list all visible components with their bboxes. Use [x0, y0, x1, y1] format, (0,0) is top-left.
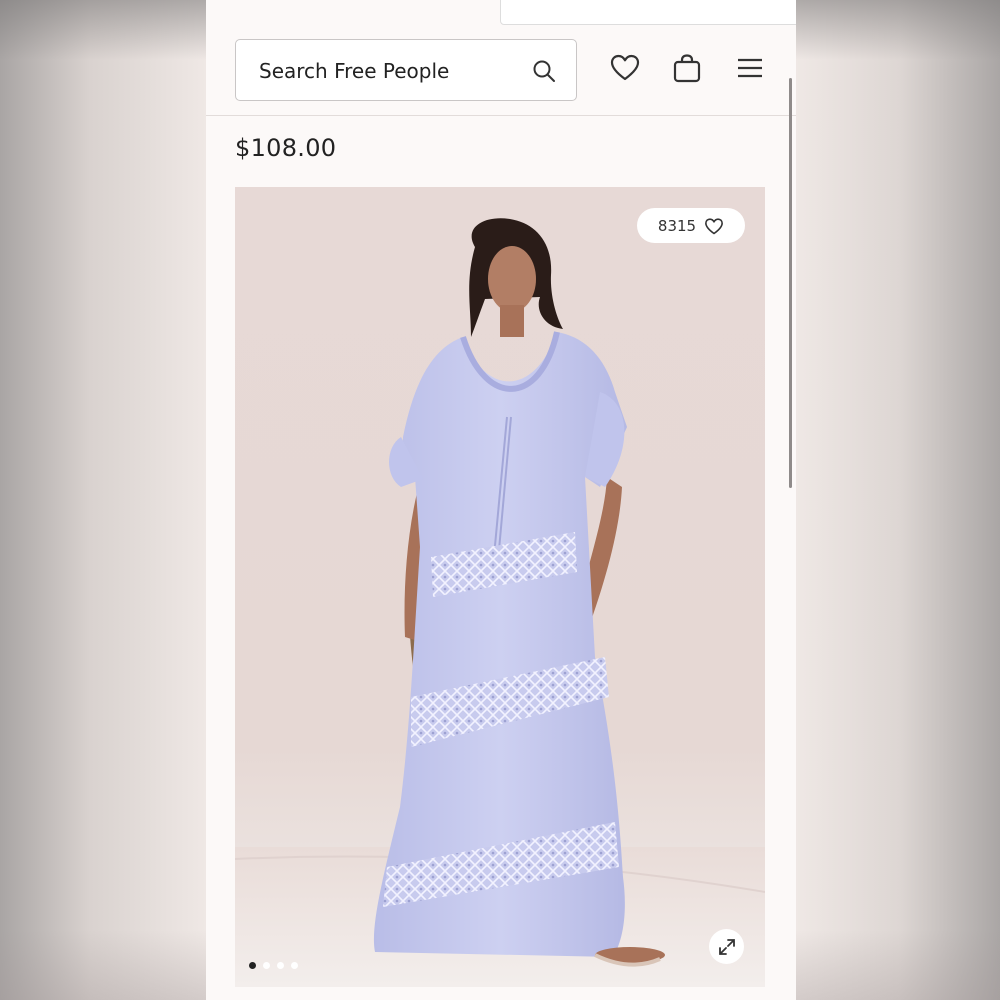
mobile-page: 〰〰〰 $108.00: [206, 0, 796, 1000]
carousel-dot-3[interactable]: [277, 962, 284, 969]
model-in-dress-illustration: [235, 218, 765, 987]
search-box[interactable]: [235, 39, 577, 101]
scrollbar[interactable]: [789, 78, 792, 488]
site-header: [206, 0, 796, 116]
product-image[interactable]: 8315: [235, 187, 765, 987]
carousel-dot-4[interactable]: [291, 962, 298, 969]
expand-image-button[interactable]: [709, 929, 744, 964]
shopping-bag-icon[interactable]: [671, 52, 703, 84]
heart-icon: [705, 217, 724, 234]
hamburger-menu-icon[interactable]: [734, 52, 766, 84]
carousel-pagination: [249, 962, 298, 969]
expand-icon: [718, 938, 735, 955]
search-input[interactable]: [257, 52, 521, 90]
product-price: $108.00: [235, 134, 337, 162]
carousel-dot-1[interactable]: [249, 962, 256, 969]
like-count: 8315: [657, 216, 697, 235]
like-button[interactable]: 8315: [637, 208, 745, 243]
search-icon[interactable]: [532, 59, 556, 83]
heart-icon[interactable]: [609, 52, 641, 84]
carousel-dot-2[interactable]: [263, 962, 270, 969]
